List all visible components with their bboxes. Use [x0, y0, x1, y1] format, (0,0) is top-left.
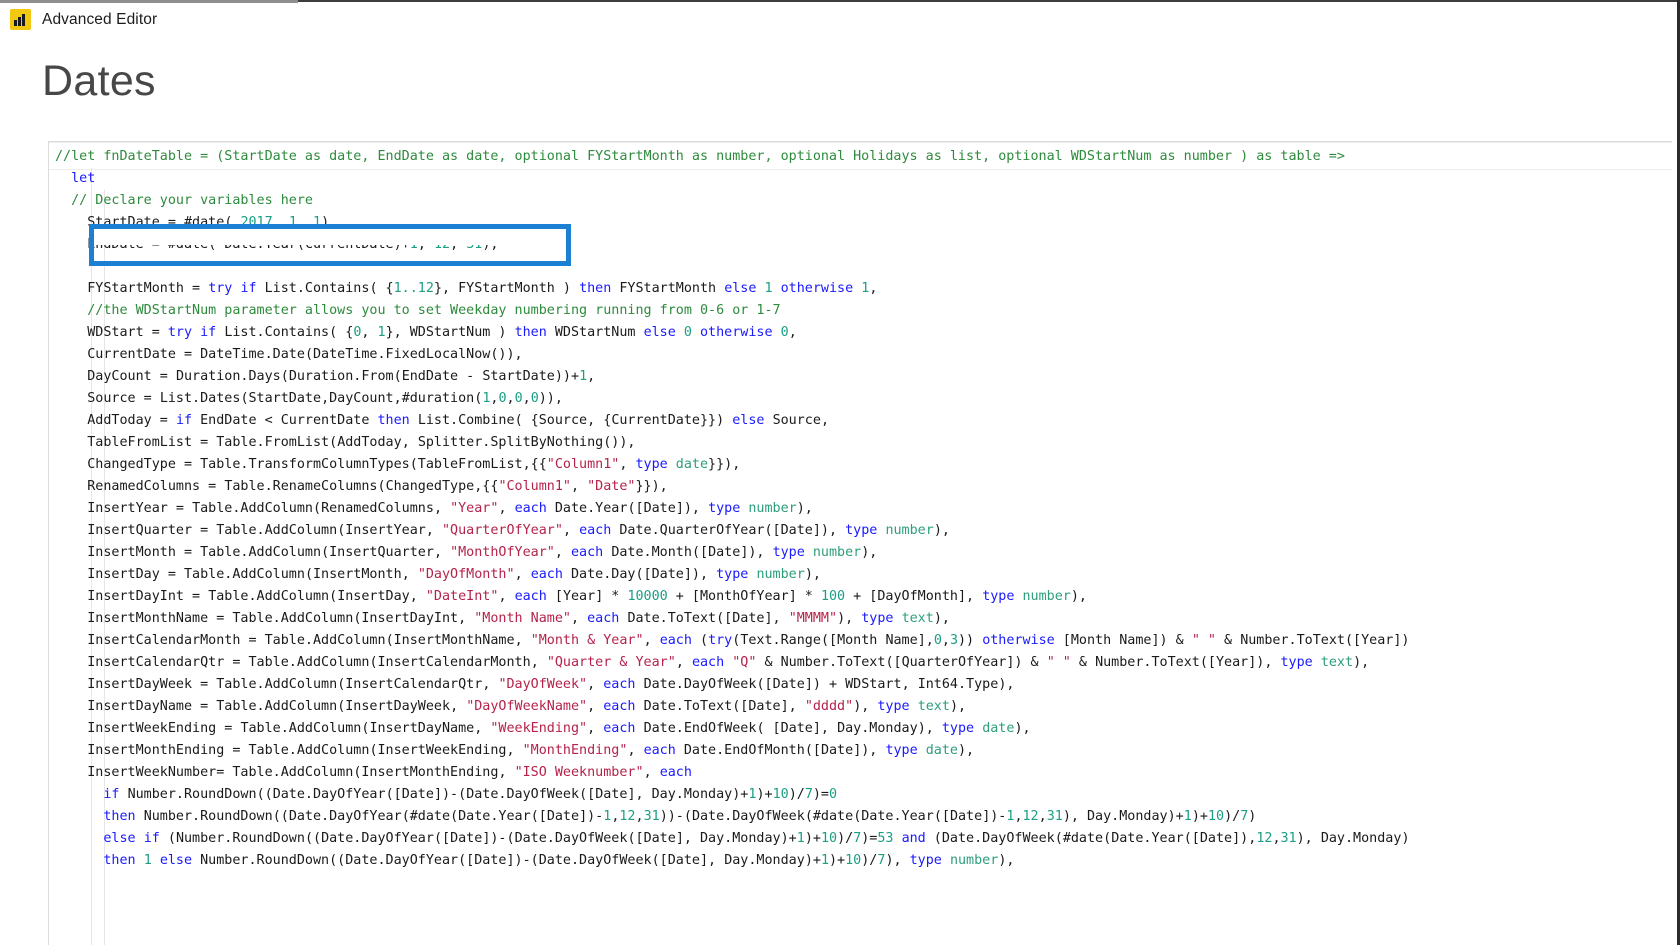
window-title: Advanced Editor — [42, 10, 158, 28]
code-line[interactable]: //the WDStartNum parameter allows you to… — [49, 300, 1672, 322]
code-line[interactable]: InsertDayName = Table.AddColumn(InsertDa… — [49, 696, 1672, 718]
code-line[interactable]: InsertYear = Table.AddColumn(RenamedColu… — [49, 498, 1672, 520]
code-line[interactable]: InsertWeekEnding = Table.AddColumn(Inser… — [49, 718, 1672, 740]
code-line[interactable]: Source = List.Dates(StartDate,DayCount,#… — [49, 388, 1672, 410]
code-line[interactable]: InsertWeekNumber= Table.AddColumn(Insert… — [49, 762, 1672, 784]
power-bi-icon — [10, 9, 31, 30]
code-line[interactable]: else if (Number.RoundDown((Date.DayOfYea… — [49, 828, 1672, 850]
code-line[interactable]: DayCount = Duration.Days(Duration.From(E… — [49, 366, 1672, 388]
code-line[interactable]: FYStartMonth = try if List.Contains( {1.… — [49, 278, 1672, 300]
title-bar-top-edge-light — [0, 0, 298, 3]
advanced-editor-window: Advanced Editor Dates //let fnDateTable … — [0, 0, 1680, 945]
code-line[interactable]: TableFromList = Table.FromList(AddToday,… — [49, 432, 1672, 454]
page-title: Dates — [42, 57, 156, 105]
code-line[interactable]: let — [49, 168, 1672, 190]
annotation-mask — [94, 229, 566, 245]
code-editor-panel[interactable]: //let fnDateTable = (StartDate as date, … — [48, 141, 1672, 945]
code-line[interactable]: InsertMonthEnding = Table.AddColumn(Inse… — [49, 740, 1672, 762]
code-line[interactable]: ChangedType = Table.TransformColumnTypes… — [49, 454, 1672, 476]
code-line[interactable]: then Number.RoundDown((Date.DayOfYear(#d… — [49, 806, 1672, 828]
code-line[interactable]: WDStart = try if List.Contains( {0, 1}, … — [49, 322, 1672, 344]
window-title-bar: Advanced Editor — [0, 0, 1677, 40]
code-line[interactable]: RenamedColumns = Table.RenameColumns(Cha… — [49, 476, 1672, 498]
code-line[interactable]: InsertDayWeek = Table.AddColumn(InsertCa… — [49, 674, 1672, 696]
code-text-area[interactable]: //let fnDateTable = (StartDate as date, … — [49, 142, 1672, 872]
code-line[interactable]: InsertMonthName = Table.AddColumn(Insert… — [49, 608, 1672, 630]
code-line[interactable]: CurrentDate = DateTime.Date(DateTime.Fix… — [49, 344, 1672, 366]
code-line[interactable]: InsertCalendarMonth = Table.AddColumn(In… — [49, 630, 1672, 652]
code-line[interactable]: AddToday = if EndDate < CurrentDate then… — [49, 410, 1672, 432]
title-bar-top-edge-dark — [298, 0, 1677, 2]
code-line[interactable] — [49, 256, 1672, 278]
code-line[interactable]: InsertMonth = Table.AddColumn(InsertQuar… — [49, 542, 1672, 564]
code-line[interactable]: InsertDay = Table.AddColumn(InsertMonth,… — [49, 564, 1672, 586]
code-line[interactable]: then 1 else Number.RoundDown((Date.DayOf… — [49, 850, 1672, 872]
code-line[interactable]: InsertDayInt = Table.AddColumn(InsertDay… — [49, 586, 1672, 608]
code-line[interactable]: //let fnDateTable = (StartDate as date, … — [49, 146, 1672, 168]
code-line[interactable]: // Declare your variables here — [49, 190, 1672, 212]
code-line[interactable]: InsertCalendarQtr = Table.AddColumn(Inse… — [49, 652, 1672, 674]
code-line[interactable]: if Number.RoundDown((Date.DayOfYear([Dat… — [49, 784, 1672, 806]
code-line[interactable]: InsertQuarter = Table.AddColumn(InsertYe… — [49, 520, 1672, 542]
